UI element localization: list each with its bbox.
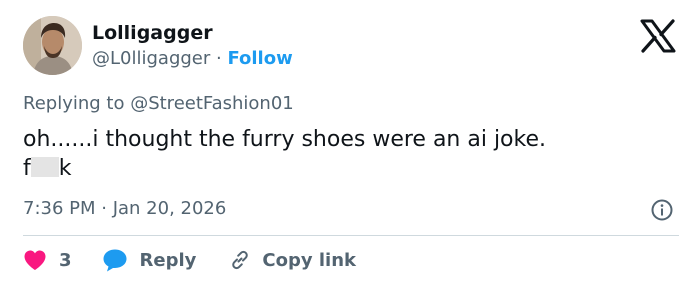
user-handle[interactable]: @L0lligagger: [92, 48, 210, 69]
censored-word-start: f: [23, 156, 31, 181]
action-bar: 3 Reply Copy link: [23, 246, 356, 274]
censor-block: [30, 157, 59, 177]
heart-icon: [24, 250, 46, 270]
handle-line: @L0lligagger · Follow: [92, 47, 293, 71]
divider: [23, 235, 679, 236]
tweet-text-line1: oh......i thought the furry shoes were a…: [23, 127, 547, 152]
tweet-text: oh......i thought the furry shoes were a…: [23, 125, 663, 183]
x-logo-icon[interactable]: [638, 19, 678, 53]
like-count: 3: [59, 249, 72, 271]
link-icon: [232, 250, 249, 270]
reply-button[interactable]: Reply: [102, 248, 229, 272]
separator-dot: ·: [210, 48, 228, 69]
copy-link-button[interactable]: Copy link: [228, 248, 356, 272]
reply-label: Reply: [139, 249, 197, 271]
copy-link-label: Copy link: [262, 249, 356, 271]
tweet-embed-card: Lolligagger @L0lligagger · Follow Replyi…: [0, 0, 700, 287]
avatar[interactable]: [23, 16, 82, 75]
timestamp[interactable]: 7:36 PM · Jan 20, 2026: [23, 197, 226, 221]
speech-bubble-icon: [103, 249, 127, 272]
info-icon[interactable]: [650, 198, 674, 222]
like-button[interactable]: 3: [23, 249, 102, 271]
avatar-photo-icon: [23, 16, 82, 75]
replying-to-label[interactable]: Replying to @StreetFashion01: [23, 92, 294, 116]
follow-button[interactable]: Follow: [227, 48, 292, 69]
censored-word-end: k: [58, 156, 72, 181]
display-name[interactable]: Lolligagger: [92, 21, 213, 45]
